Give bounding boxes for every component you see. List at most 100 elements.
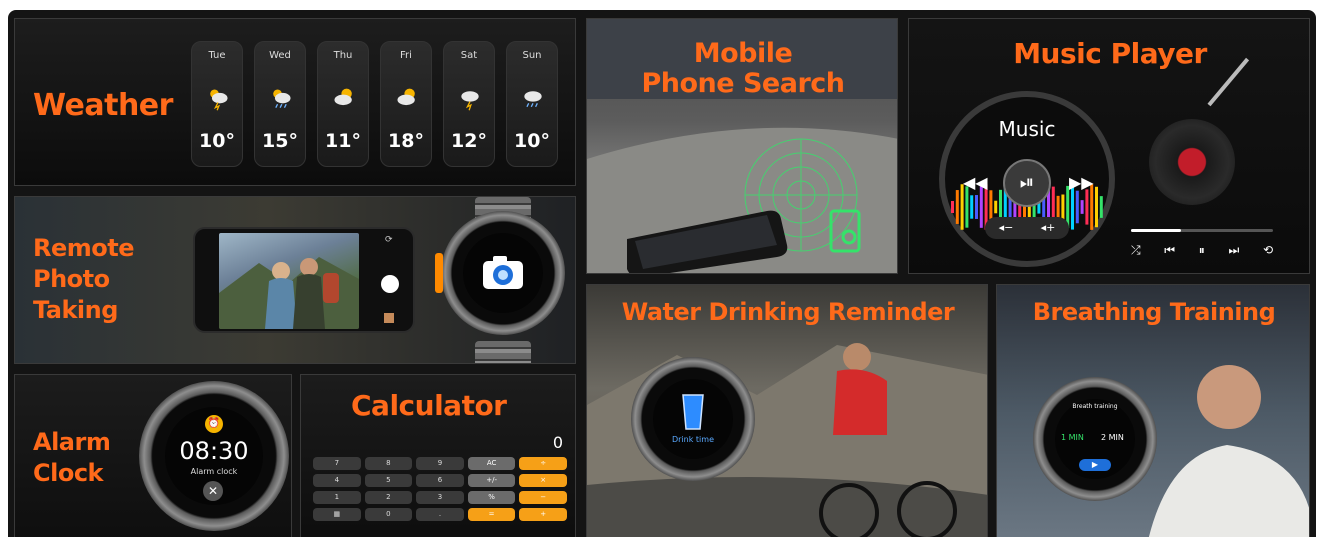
weather-title: Weather — [33, 88, 173, 123]
shutter-button[interactable] — [381, 275, 399, 293]
previous-icon[interactable]: ⏮ — [1164, 243, 1175, 258]
thunderstorm-icon — [461, 91, 479, 111]
smartwatch: Breath training 1 MIN 2 MIN ▶ — [1033, 377, 1157, 501]
calculator-key[interactable]: % — [467, 491, 516, 504]
equalizer-bar — [1085, 189, 1089, 225]
title-line: Clock — [33, 459, 104, 487]
calculator-key[interactable]: 9 — [416, 457, 464, 470]
repeat-icon[interactable]: ⟲ — [1263, 243, 1273, 258]
calculator-key[interactable]: 2 — [364, 491, 413, 504]
remote-photo-panel: Remote Photo Taking ⟳ — [14, 196, 576, 364]
option-2-min[interactable]: 2 MIN — [1101, 433, 1124, 442]
calculator-key[interactable]: = — [467, 508, 516, 521]
alarm-title: Alarm Clock — [33, 427, 111, 489]
calculator-key[interactable]: + — [519, 508, 567, 521]
weather-day-temp: 10° — [199, 130, 235, 152]
calculator-key[interactable]: 4 — [313, 474, 361, 487]
water-reminder-title: Water Drinking Reminder — [621, 298, 955, 326]
equalizer-bar — [994, 200, 998, 214]
weather-day-card: Sat 12° — [443, 41, 495, 167]
music-player-panel: Music Player Music ⏯ ◀◀ ▶▶ ◂− ◂+ ⤮ ⏮ ⏸ ⏭… — [908, 18, 1310, 274]
weather-day-card: Sun 10° — [506, 41, 558, 167]
calculator-key[interactable]: × — [519, 474, 567, 487]
alarm-bell-icon: ⏰ — [205, 415, 223, 433]
drink-time-label: Drink time — [672, 435, 714, 444]
title-line: Mobile — [693, 38, 793, 69]
shuffle-icon[interactable]: ⤮ — [1131, 243, 1141, 258]
next-icon[interactable]: ⏭ — [1228, 243, 1239, 258]
fast-forward-icon[interactable]: ▶▶ — [1069, 173, 1094, 192]
calculator-key[interactable]: − — [519, 491, 567, 504]
alarm-time: 08:30 — [179, 437, 249, 465]
calculator-key[interactable]: . — [416, 508, 464, 521]
watch-face — [463, 233, 543, 313]
title-line: Remote — [33, 234, 135, 262]
calculator-key[interactable]: 5 — [364, 474, 413, 487]
weather-day-card: Tue 10° — [191, 41, 243, 167]
play-button[interactable]: ▶ — [1079, 459, 1111, 471]
volume-down-icon[interactable]: ◂− — [999, 217, 1014, 239]
equalizer-bar — [975, 195, 978, 219]
weather-day-name: Sat — [460, 50, 478, 61]
breath-training-label: Breath training — [1072, 403, 1118, 410]
progress-bar[interactable] — [1131, 229, 1273, 232]
watch-face: Breath training 1 MIN 2 MIN ▶ — [1055, 399, 1135, 479]
watch-face: Drink time — [653, 379, 733, 459]
weather-day-temp: 18° — [388, 130, 424, 152]
calculator-key[interactable]: 7 — [313, 457, 361, 470]
feature-collage: Weather Tue 10° Wed 15° Thu 11° Fri 18° Sat 12° Su… — [8, 10, 1316, 537]
equalizer-bar — [1056, 195, 1060, 219]
equalizer-bar — [951, 201, 954, 213]
calculator-key[interactable]: 8 — [364, 457, 413, 470]
weather-day-temp: 15° — [262, 130, 298, 152]
alarm-label: Alarm clock — [190, 467, 238, 476]
smartphone-camera: ⟳ — [193, 227, 415, 333]
calculator-display: 0 — [552, 433, 563, 452]
calculator-key[interactable]: 6 — [416, 474, 464, 487]
equalizer-bar — [1099, 196, 1103, 218]
title-line: Photo — [33, 265, 110, 293]
calculator-key[interactable]: ÷ — [519, 457, 567, 470]
partly-cloudy-icon — [397, 88, 415, 106]
weather-panel: Weather Tue 10° Wed 15° Thu 11° Fri 18° Sat 12° Su… — [14, 18, 576, 186]
music-player-title: Music Player — [1013, 37, 1207, 70]
equalizer-bar — [965, 186, 969, 228]
rewind-icon[interactable]: ◀◀ — [963, 173, 988, 192]
equalizer-bar — [1075, 190, 1079, 224]
weather-day-card: Thu 11° — [317, 41, 369, 167]
title-line: Alarm — [33, 428, 111, 456]
calculator-key[interactable]: 3 — [416, 491, 464, 504]
alarm-panel: Alarm Clock ⏰ 08:30 Alarm clock ✕ — [14, 374, 292, 537]
partly-cloudy-icon — [334, 88, 352, 106]
weather-day-name: Wed — [269, 50, 291, 61]
calculator-key[interactable]: 0 — [364, 508, 413, 521]
weather-day-name: Tue — [208, 50, 226, 61]
calculator-key[interactable]: AC — [467, 457, 516, 470]
calculator-key[interactable]: +/- — [467, 474, 516, 487]
breathing-training-panel: Breathing Training Breath training 1 MIN… — [996, 284, 1310, 537]
close-icon[interactable]: ✕ — [203, 481, 223, 501]
camera-icon — [483, 256, 523, 289]
equalizer-bar — [1061, 194, 1065, 220]
play-pause-button[interactable]: ⏯ — [1003, 159, 1051, 207]
weather-day-name: Fri — [400, 50, 412, 61]
equalizer-bar — [970, 195, 974, 219]
volume-up-icon[interactable]: ◂+ — [1041, 217, 1056, 239]
option-1-min[interactable]: 1 MIN — [1061, 433, 1084, 442]
volume-control[interactable]: ◂− ◂+ — [985, 217, 1069, 239]
calculator-key[interactable]: ▦ — [313, 508, 361, 521]
watch-crown-orange — [435, 253, 443, 293]
calculator-title: Calculator — [351, 389, 507, 422]
equalizer-bar — [955, 190, 959, 224]
watch-face: ⏰ 08:30 Alarm clock ✕ — [165, 407, 263, 505]
music-watch-face: Music ⏯ ◀◀ ▶▶ ◂− ◂+ — [939, 91, 1115, 267]
water-reminder-panel: Water Drinking Reminder Drink time — [586, 284, 988, 537]
phone-search-panel: Mobile Phone Search — [586, 18, 898, 274]
equalizer-bar — [1080, 200, 1084, 214]
switch-camera-icon: ⟳ — [385, 235, 393, 245]
weather-day-name: Thu — [333, 50, 353, 61]
water-glass-icon — [682, 394, 704, 430]
rain-sun-icon — [273, 89, 291, 108]
calculator-key[interactable]: 1 — [313, 491, 361, 504]
pause-icon[interactable]: ⏸ — [1199, 243, 1205, 258]
